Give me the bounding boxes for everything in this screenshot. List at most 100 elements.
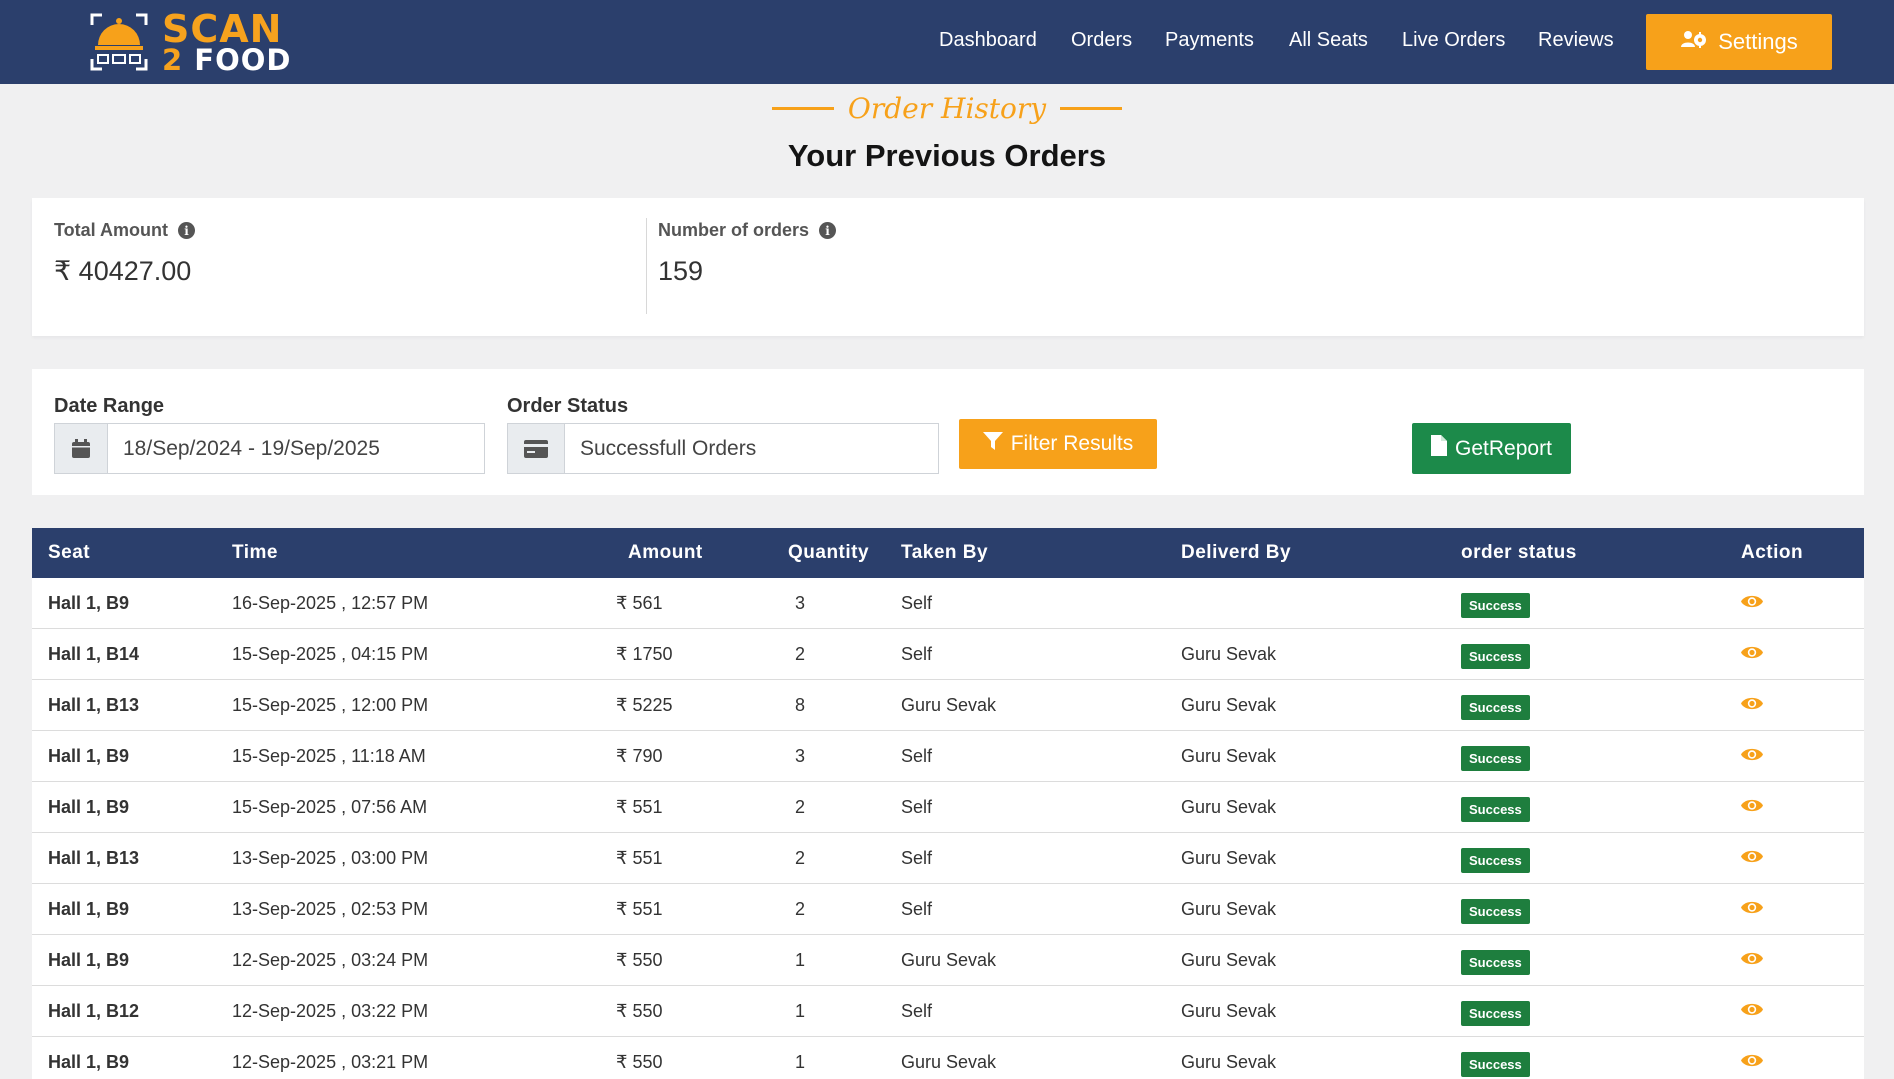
table-body: Hall 1, B9 16-Sep-2025 , 12:57 PM ₹ 561 3 Se… [32,578,1864,1079]
table-row: Hall 1, B14 15-Sep-2025 , 04:15 PM ₹ 1750 2… [32,629,1864,680]
order-status-select[interactable]: Successfull Orders [507,423,939,474]
order-status-value[interactable]: Successfull Orders [565,424,756,473]
col-taken-by: Taken By [901,542,989,563]
nav-payments[interactable]: Payments [1165,29,1254,52]
eye-icon[interactable] [1741,645,1763,665]
eye-icon[interactable] [1741,951,1763,971]
eye-icon[interactable] [1741,1002,1763,1022]
date-range-field[interactable]: 18/Sep/2024 - 19/Sep/2025 [54,423,485,474]
cell-amount: ₹ 551 [616,797,663,817]
get-report-button[interactable]: GetReport [1412,423,1571,474]
cell-seat: Hall 1, B13 [48,848,140,868]
col-time: Time [232,542,279,563]
cell-time: 15-Sep-2025 , 12:00 PM [232,695,429,715]
cell-seat: Hall 1, B9 [48,899,130,919]
cell-quantity: 2 [795,644,806,664]
cell-time: 13-Sep-2025 , 02:53 PM [232,899,429,919]
users-cog-icon [1680,29,1708,55]
cell-taken-by: Self [901,644,933,664]
status-badge: Success [1461,644,1530,669]
cell-delivered-by: Guru Sevak [1181,848,1277,868]
cell-taken-by: Self [901,848,933,868]
nav-reviews[interactable]: Reviews [1538,29,1614,52]
cell-taken-by: Guru Sevak [901,1052,997,1072]
cell-time: 13-Sep-2025 , 03:00 PM [232,848,429,868]
eye-icon[interactable] [1741,696,1763,716]
summary-card: Total Amount i ₹ 40427.00 Number of orde… [32,198,1864,336]
table-row: Hall 1, B13 13-Sep-2025 , 03:00 PM ₹ 551 2 S… [32,833,1864,884]
status-badge: Success [1461,848,1530,873]
date-range-value[interactable]: 18/Sep/2024 - 19/Sep/2025 [108,424,380,473]
table-row: Hall 1, B9 16-Sep-2025 , 12:57 PM ₹ 561 3 Se… [32,578,1864,629]
cell-amount: ₹ 551 [616,899,663,919]
status-badge: Success [1461,950,1530,975]
eye-icon[interactable] [1741,798,1763,818]
table-row: Hall 1, B9 15-Sep-2025 , 11:18 AM ₹ 790 3 Se… [32,731,1864,782]
cell-quantity: 2 [795,899,806,919]
info-icon[interactable]: i [177,222,195,239]
col-quantity: Quantity [788,542,870,563]
nav-live-orders[interactable]: Live Orders [1402,29,1505,52]
total-amount-label: Total Amount [54,220,168,240]
cell-quantity: 2 [795,797,806,817]
nav-dashboard[interactable]: Dashboard [939,29,1037,52]
brand-logo[interactable]: SCAN 2 FOOD [88,10,292,74]
cell-delivered-by: Guru Sevak [1181,797,1277,817]
eye-icon[interactable] [1741,747,1763,767]
cell-time: 15-Sep-2025 , 04:15 PM [232,644,429,664]
status-badge: Success [1461,797,1530,822]
cell-quantity: 8 [795,695,806,715]
filter-results-label: Filter Results [1010,432,1134,455]
cell-seat: Hall 1, B9 [48,746,130,766]
table-row: Hall 1, B9 12-Sep-2025 , 03:21 PM ₹ 550 1 Gu… [32,1037,1864,1079]
total-amount-value: ₹ 40427.00 [54,256,192,286]
nav-orders[interactable]: Orders [1071,29,1132,52]
settings-label: Settings [1718,29,1798,54]
eye-icon[interactable] [1741,849,1763,869]
table-header: Seat Time Amount Quantity Taken By Deliv… [32,528,1864,578]
col-order-status: order status [1461,542,1577,563]
kicker-rule-left [771,107,834,110]
top-navbar: SCAN 2 FOOD Dashboard Orders Payments Al… [0,0,1894,84]
brand-name-word: FOOD [194,42,292,77]
cell-taken-by: Self [901,593,933,613]
nav-all-seats[interactable]: All Seats [1289,29,1368,52]
cell-quantity: 1 [795,1052,806,1072]
brand-name-number: 2 [162,42,184,77]
cell-seat: Hall 1, B9 [48,950,130,970]
page-title: Your Previous Orders [787,138,1107,173]
cell-quantity: 1 [795,1001,806,1021]
credit-card-icon [508,424,565,473]
cell-seat: Hall 1, B9 [48,1052,130,1072]
cell-taken-by: Self [901,746,933,766]
cell-amount: ₹ 1750 [616,644,673,664]
cell-amount: ₹ 551 [616,848,663,868]
cell-delivered-by: Guru Sevak [1181,644,1277,664]
info-icon[interactable]: i [819,222,837,239]
cloche-qr-icon [88,11,150,73]
eye-icon[interactable] [1741,1053,1763,1073]
file-icon [1431,435,1448,462]
cell-delivered-by: Guru Sevak [1181,695,1277,715]
cell-taken-by: Guru Sevak [901,695,997,715]
cell-time: 16-Sep-2025 , 12:57 PM [232,593,429,613]
eye-icon[interactable] [1741,594,1763,614]
cell-time: 12-Sep-2025 , 03:22 PM [232,1001,429,1021]
settings-button[interactable]: Settings [1646,14,1832,70]
filter-results-button[interactable]: Filter Results [959,419,1157,469]
eye-icon[interactable] [1741,900,1763,920]
orders-count-label: Number of orders [658,220,810,240]
col-delivered-by: Deliverd By [1181,542,1292,563]
cell-delivered-by: Guru Sevak [1181,1052,1277,1072]
cell-delivered-by: Guru Sevak [1181,746,1277,766]
order-status-label: Order Status [507,395,629,417]
section-kicker: Order History [0,92,1894,125]
status-badge: Success [1461,1052,1530,1077]
cell-time: 15-Sep-2025 , 07:56 AM [232,797,428,817]
table-row: Hall 1, B9 15-Sep-2025 , 07:56 AM ₹ 551 2 Se… [32,782,1864,833]
status-badge: Success [1461,1001,1530,1026]
orders-table: Seat Time Amount Quantity Taken By Deliv… [32,528,1864,1079]
date-range-label: Date Range [54,395,165,417]
table-row: Hall 1, B13 15-Sep-2025 , 12:00 PM ₹ 5225 8… [32,680,1864,731]
cell-taken-by: Guru Sevak [901,950,997,970]
